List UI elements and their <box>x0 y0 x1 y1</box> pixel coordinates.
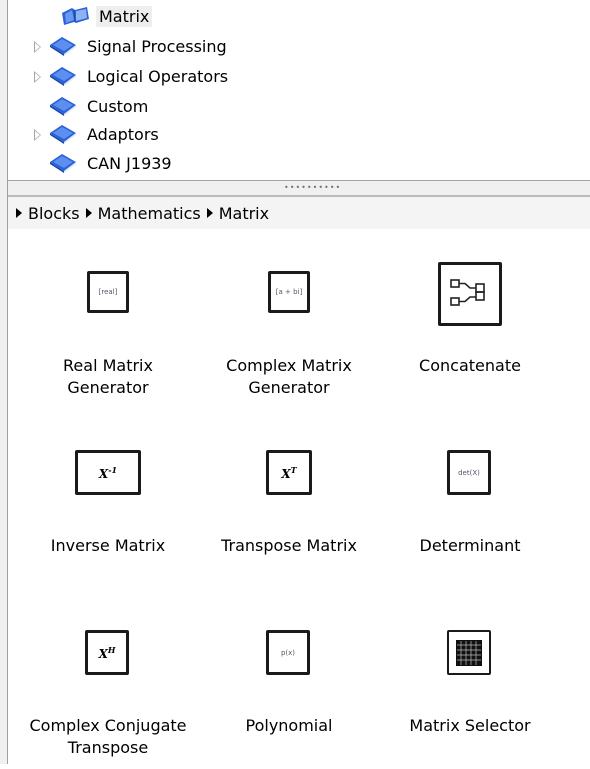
expand-arrow-icon[interactable] <box>34 71 42 83</box>
block-inverse-matrix[interactable]: X-1 Inverse Matrix <box>18 409 198 589</box>
library-tree: Matrix Signal Processing Logical Operato… <box>8 0 590 181</box>
left-panel-edge <box>0 0 8 764</box>
breadcrumb: Blocks Mathematics Matrix <box>8 195 590 231</box>
tree-item-signal-processing[interactable]: Signal Processing <box>48 34 230 58</box>
block-determinant[interactable]: det(X) Determinant <box>380 409 560 589</box>
concatenate-icon <box>438 262 502 326</box>
block-polynomial[interactable]: p(x) Polynomial <box>199 589 379 769</box>
tree-item-label: Matrix <box>96 5 153 27</box>
open-book-icon <box>62 7 89 25</box>
splitter-grip-icon[interactable]: •••••••••• <box>284 184 341 192</box>
tree-item-label: CAN J1939 <box>87 153 172 173</box>
block-complex-matrix-generator[interactable]: [a + bi] Complex Matrix Generator <box>199 229 379 409</box>
block-label: Inverse Matrix <box>50 536 166 555</box>
block-label: Concatenate <box>419 356 521 375</box>
breadcrumb-item-mathematics[interactable]: Mathematics <box>98 204 201 223</box>
block-complex-conjugate-transpose[interactable]: XH Complex Conjugate Transpose <box>18 589 198 769</box>
tree-item-label: Adaptors <box>87 124 159 144</box>
matrix-selector-icon <box>447 630 491 675</box>
transpose-matrix-icon: XT <box>266 450 312 495</box>
block-label: Matrix Selector <box>409 716 531 735</box>
block-label: Transpose Matrix <box>221 536 357 555</box>
blocks-grid: [real] Real Matrix Generator [a + bi] Co… <box>8 229 590 764</box>
tree-item-adaptors[interactable]: Adaptors <box>48 122 162 146</box>
inverse-matrix-icon: X-1 <box>75 450 141 495</box>
block-real-matrix-generator[interactable]: [real] Real Matrix Generator <box>18 229 198 409</box>
book-icon <box>50 125 76 144</box>
block-concatenate[interactable]: Concatenate <box>380 229 560 409</box>
determinant-icon: det(X) <box>447 450 491 495</box>
book-icon <box>50 97 76 116</box>
block-label: Real Matrix Generator <box>63 356 153 397</box>
block-label: Complex Conjugate Transpose <box>29 716 187 757</box>
breadcrumb-item-blocks[interactable]: Blocks <box>28 204 80 223</box>
conjugate-transpose-icon: XH <box>85 630 129 675</box>
complex-matrix-icon: [a + bi] <box>268 271 310 313</box>
breadcrumb-arrow-icon[interactable] <box>206 208 213 218</box>
tree-item-matrix[interactable]: Matrix <box>60 4 153 28</box>
block-matrix-selector[interactable]: Matrix Selector <box>380 589 560 769</box>
block-label: Determinant <box>419 536 521 555</box>
book-icon <box>50 67 76 86</box>
breadcrumb-item-matrix[interactable]: Matrix <box>219 204 269 223</box>
tree-item-custom[interactable]: Custom <box>48 94 151 118</box>
breadcrumb-arrow-icon[interactable] <box>85 208 92 218</box>
tree-item-label: Custom <box>87 96 149 116</box>
concatenate-diagram-icon <box>450 279 485 306</box>
grid-matrix-icon <box>456 639 482 666</box>
block-label: Complex Matrix Generator <box>226 356 352 397</box>
breadcrumb-arrow-icon[interactable] <box>16 208 22 218</box>
expand-arrow-icon[interactable] <box>34 41 42 53</box>
tree-item-logical-operators[interactable]: Logical Operators <box>48 64 231 88</box>
polynomial-icon: p(x) <box>266 630 310 675</box>
expand-arrow-icon[interactable] <box>34 129 42 141</box>
tree-item-label: Signal Processing <box>87 36 227 56</box>
tree-item-label: Logical Operators <box>87 66 229 86</box>
tree-item-can-j1939[interactable]: CAN J1939 <box>48 151 175 175</box>
block-transpose-matrix[interactable]: XT Transpose Matrix <box>199 409 379 589</box>
book-icon <box>50 37 76 56</box>
block-label: Polynomial <box>245 716 333 735</box>
real-matrix-icon: [real] <box>87 271 129 313</box>
book-icon <box>50 154 76 173</box>
